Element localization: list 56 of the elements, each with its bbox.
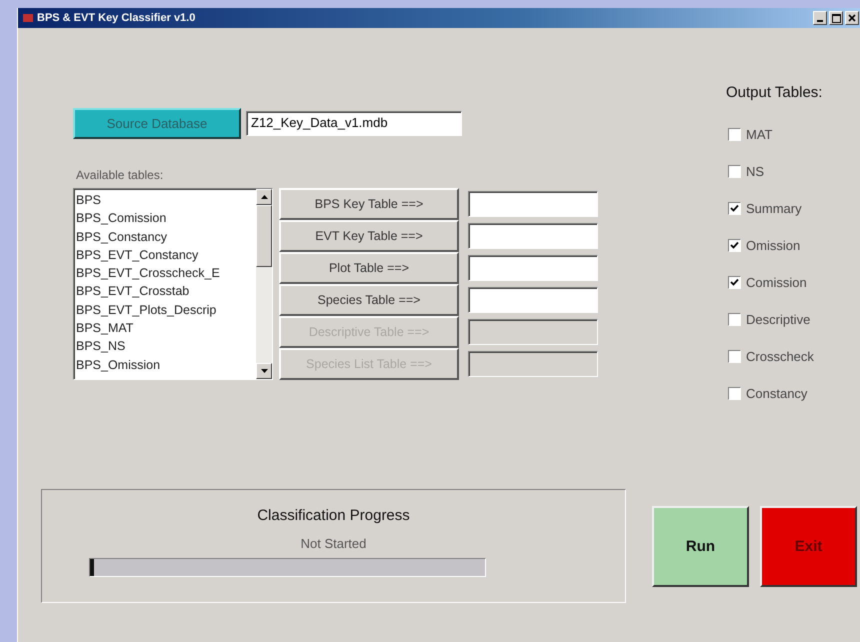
maximize-icon <box>832 14 840 22</box>
app-icon <box>22 12 34 24</box>
list-item[interactable]: BPS_Constancy <box>76 228 256 246</box>
checkbox-label: Crosscheck <box>746 349 814 364</box>
available-tables-label: Available tables: <box>76 168 164 182</box>
table-field[interactable] <box>468 223 598 249</box>
close-icon <box>848 14 856 22</box>
list-item[interactable]: BPS_MAT <box>76 319 256 338</box>
checkbox-label: Descriptive <box>746 312 810 327</box>
maximize-button[interactable] <box>829 11 843 25</box>
database-field[interactable]: Z12_Key_Data_v1.mdb <box>246 111 462 136</box>
checkbox[interactable] <box>728 387 741 400</box>
minimize-button[interactable] <box>813 11 827 25</box>
table-field[interactable] <box>468 287 598 313</box>
table-field[interactable] <box>468 255 598 281</box>
list-item[interactable]: BPS_Comission <box>76 209 256 228</box>
progress-status: Not Started <box>300 536 366 551</box>
table-button[interactable]: EVT Key Table ==> <box>279 220 459 252</box>
down-arrow-icon <box>260 369 268 373</box>
checkbox[interactable] <box>728 239 741 252</box>
table-button[interactable]: BPS Key Table ==> <box>279 188 459 220</box>
checkbox-label: Summary <box>746 201 802 216</box>
table-button[interactable]: Species Table ==> <box>279 284 459 316</box>
tables-listbox[interactable]: BPS BPS_Comission BPS_Constancy BPS_EVT_Constancy BPS_EVT_Crosscheck_E BPS_EVT_Crosstab BPS_EVT_Plots_Descrip BPS_MAT BPS_NS BPS_Omission <box>73 188 273 380</box>
output-tables-label: Output Tables: <box>726 84 822 101</box>
list-item[interactable]: BPS_EVT_Crosscheck_E <box>76 264 256 282</box>
checkbox[interactable] <box>728 313 741 326</box>
up-arrow-icon <box>260 195 268 199</box>
checkbox[interactable] <box>728 276 741 289</box>
list-item[interactable]: BPS_Omission <box>76 356 256 374</box>
list-item[interactable]: BPS <box>76 191 256 210</box>
close-button[interactable] <box>845 11 859 25</box>
checkbox-label: NS <box>746 164 764 179</box>
scroll-down-button[interactable] <box>256 363 272 379</box>
checkbox[interactable] <box>728 165 741 178</box>
checkbox[interactable] <box>728 350 741 363</box>
list-item[interactable]: BPS_EVT_Crosstab <box>76 282 256 301</box>
checkbox[interactable] <box>728 202 741 215</box>
table-field[interactable] <box>468 351 598 377</box>
run-button[interactable]: Run <box>652 506 749 587</box>
scroll-up-button[interactable] <box>256 189 272 205</box>
checkbox[interactable] <box>728 128 741 141</box>
list-item[interactable]: BPS_EVT_Plots_Descrip <box>76 300 256 320</box>
window-title: BPS & EVT Key Classifier v1.0 <box>37 12 196 24</box>
checkbox-label: Omission <box>746 238 800 253</box>
table-field[interactable] <box>468 319 598 345</box>
table-button[interactable]: Plot Table ==> <box>279 252 459 284</box>
table-field[interactable] <box>468 191 598 217</box>
checkbox-label: Constancy <box>746 386 808 401</box>
checkbox-label: Comission <box>746 275 807 290</box>
scroll-thumb[interactable] <box>256 205 272 267</box>
checkbox-label: MAT <box>746 127 772 142</box>
list-item[interactable]: BPS_EVT_Constancy <box>76 246 256 264</box>
scrollbar[interactable] <box>256 189 272 379</box>
progress-title: Classification Progress <box>257 507 410 524</box>
list-item[interactable]: BPS_NS <box>76 337 256 356</box>
